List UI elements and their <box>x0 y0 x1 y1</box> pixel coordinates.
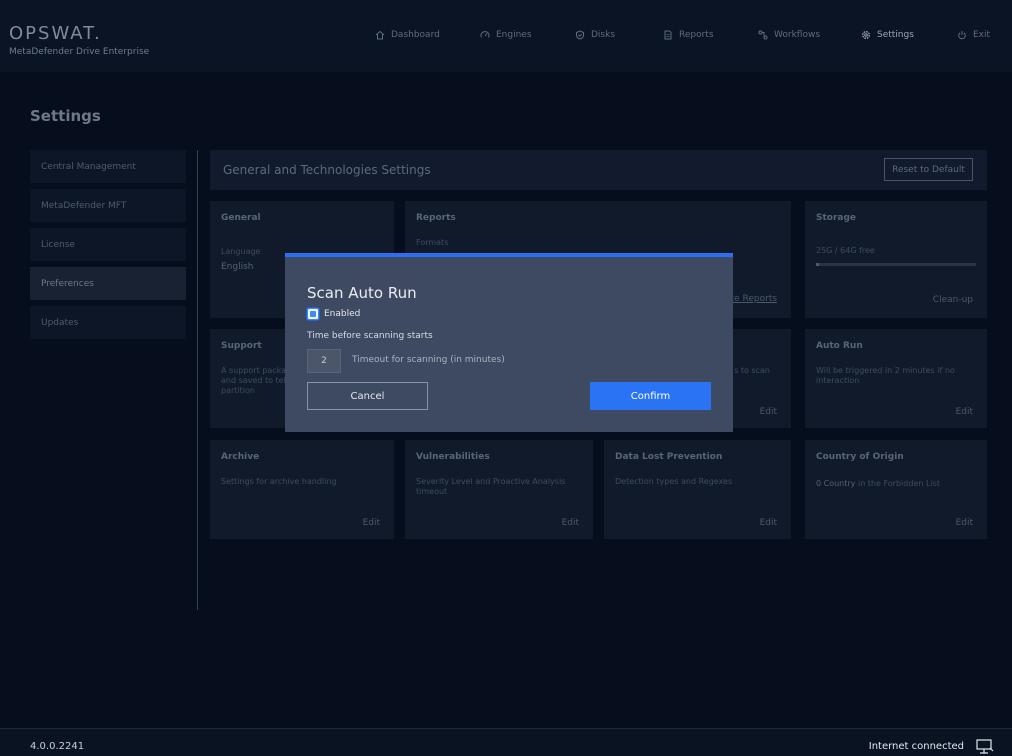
scan-auto-run-dialog: Scan Auto Run Enabled Time before scanni… <box>285 253 733 432</box>
confirm-button[interactable]: Confirm <box>590 382 711 410</box>
version-label: 4.0.0.2241 <box>30 741 85 752</box>
timeout-input[interactable] <box>307 349 341 373</box>
enabled-row: Enabled <box>307 308 360 320</box>
cancel-button[interactable]: Cancel <box>307 382 428 410</box>
modal-title: Scan Auto Run <box>307 284 417 302</box>
enabled-checkbox[interactable] <box>307 308 319 320</box>
timeout-caption: Timeout for scanning (in minutes) <box>352 355 505 365</box>
enabled-label: Enabled <box>324 309 361 319</box>
network-status: Internet connected <box>868 741 964 752</box>
modal-subtitle: Time before scanning starts <box>307 331 433 341</box>
status-bar: 4.0.0.2241 Internet connected <box>0 728 1012 756</box>
modal-overlay: Scan Auto Run Enabled Time before scanni… <box>0 0 1012 756</box>
network-icon <box>976 739 994 754</box>
